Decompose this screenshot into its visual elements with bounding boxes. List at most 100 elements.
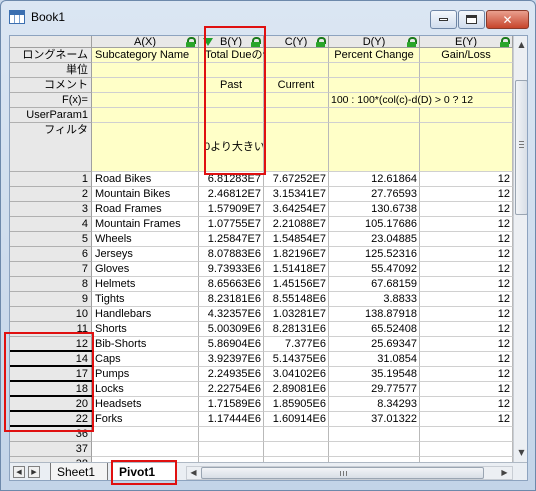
cell-current-total[interactable]: 7.67252E7	[264, 172, 329, 187]
meta-row-label[interactable]: コメント	[10, 78, 92, 93]
meta-row-label[interactable]: 単位	[10, 63, 92, 78]
meta-row-label[interactable]: フィルタ	[10, 123, 92, 172]
cell-past-total[interactable]: 6.81283E7	[199, 172, 264, 187]
title-bar[interactable]: Book1 ✕	[1, 1, 535, 35]
cell-gain-loss[interactable]: 12	[420, 217, 513, 232]
cell-percent-change[interactable]: 31.0854	[329, 352, 420, 367]
cell-past-total[interactable]: 8.65663E6	[199, 277, 264, 292]
meta-cell[interactable]	[329, 108, 420, 123]
cell-past-total[interactable]: 2.22754E6	[199, 382, 264, 397]
horizontal-scrollbar[interactable]: ◀ ▶	[186, 466, 513, 480]
cell-subcategory[interactable]	[92, 442, 199, 457]
cell-current-total[interactable]: 1.60914E6	[264, 412, 329, 427]
meta-cell[interactable]	[92, 93, 199, 108]
filter-icon[interactable]	[203, 38, 213, 46]
cell-current-total[interactable]: 1.45156E7	[264, 277, 329, 292]
cell-subcategory[interactable]	[92, 427, 199, 442]
tab-next-icon[interactable]: ▶	[28, 466, 40, 478]
cell-subcategory[interactable]: Bib-Shorts	[92, 337, 199, 352]
cell-gain-loss[interactable]: 12	[420, 232, 513, 247]
meta-cell[interactable]	[92, 108, 199, 123]
meta-row-label[interactable]: UserParam1	[10, 108, 92, 123]
cell-current-total[interactable]: 3.64254E7	[264, 202, 329, 217]
row-index[interactable]: 4	[10, 217, 92, 232]
meta-cell[interactable]: Percent Change	[329, 48, 420, 63]
cell-current-total[interactable]: 1.82196E7	[264, 247, 329, 262]
corner-cell[interactable]	[10, 36, 92, 48]
meta-cell[interactable]: Gain/Loss	[420, 48, 513, 63]
cell-percent-change[interactable]: 130.6738	[329, 202, 420, 217]
cell-gain-loss[interactable]: 12	[420, 187, 513, 202]
cell-percent-change[interactable]: 138.87918	[329, 307, 420, 322]
meta-cell[interactable]	[92, 123, 199, 172]
row-index[interactable]: 11	[10, 322, 92, 337]
cell-subcategory[interactable]: Mountain Frames	[92, 217, 199, 232]
scroll-up-icon[interactable]: ▲	[514, 36, 527, 52]
cell-past-total[interactable]: 1.07755E7	[199, 217, 264, 232]
row-index[interactable]: 36	[10, 427, 92, 442]
cell-percent-change[interactable]: 35.19548	[329, 367, 420, 382]
cell-gain-loss[interactable]	[420, 427, 513, 442]
cell-percent-change[interactable]	[329, 427, 420, 442]
row-index[interactable]: 6	[10, 247, 92, 262]
meta-cell-formula[interactable]: 100 : 100*(col(c)-d(D) > 0 ? 12	[329, 93, 513, 108]
cell-gain-loss[interactable]: 12	[420, 382, 513, 397]
tab-prev-icon[interactable]: ◀	[13, 466, 25, 478]
cell-percent-change[interactable]: 105.17686	[329, 217, 420, 232]
cell-percent-change[interactable]: 27.76593	[329, 187, 420, 202]
cell-subcategory[interactable]: Forks	[92, 412, 199, 427]
cell-percent-change[interactable]: 29.77577	[329, 382, 420, 397]
cell-percent-change[interactable]: 55.47092	[329, 262, 420, 277]
cell-gain-loss[interactable]: 12	[420, 247, 513, 262]
meta-cell[interactable]: Past	[199, 78, 264, 93]
meta-cell[interactable]	[329, 63, 420, 78]
meta-cell-filter[interactable]: 0より大きい	[199, 123, 264, 172]
cell-subcategory[interactable]: Road Bikes	[92, 172, 199, 187]
cell-past-total[interactable]: 5.86904E6	[199, 337, 264, 352]
column-header-a[interactable]: A(X)	[92, 36, 199, 48]
row-index[interactable]: 7	[10, 262, 92, 277]
cell-subcategory[interactable]: Shorts	[92, 322, 199, 337]
meta-cell[interactable]: Total Dueの合計	[199, 48, 284, 63]
meta-cell[interactable]	[329, 78, 420, 93]
cell-current-total[interactable]: 5.14375E6	[264, 352, 329, 367]
scroll-down-icon[interactable]: ▼	[514, 444, 527, 460]
cell-past-total[interactable]: 5.00309E6	[199, 322, 264, 337]
cell-gain-loss[interactable]: 12	[420, 277, 513, 292]
cell-percent-change[interactable]: 25.69347	[329, 337, 420, 352]
row-index[interactable]: 8	[10, 277, 92, 292]
horizontal-scroll-thumb[interactable]	[201, 467, 484, 479]
maximize-button[interactable]	[458, 10, 485, 29]
cell-gain-loss[interactable]: 12	[420, 322, 513, 337]
vertical-scrollbar[interactable]: ▲ ▼	[513, 36, 527, 462]
cell-current-total[interactable]: 1.51418E7	[264, 262, 329, 277]
meta-cell[interactable]	[199, 63, 264, 78]
cell-percent-change[interactable]: 65.52408	[329, 322, 420, 337]
meta-row-label[interactable]: ロングネーム	[10, 48, 92, 63]
minimize-button[interactable]	[430, 10, 457, 29]
cell-gain-loss[interactable]: 12	[420, 262, 513, 277]
cell-percent-change[interactable]: 125.52316	[329, 247, 420, 262]
cell-gain-loss[interactable]: 12	[420, 292, 513, 307]
meta-cell[interactable]	[199, 93, 264, 108]
cell-past-total[interactable]: 9.73933E6	[199, 262, 264, 277]
cell-current-total[interactable]: 2.89081E6	[264, 382, 329, 397]
cell-subcategory[interactable]: Locks	[92, 382, 199, 397]
cell-current-total[interactable]: 1.85905E6	[264, 397, 329, 412]
cell-past-total[interactable]: 1.17444E6	[199, 412, 264, 427]
meta-cell[interactable]	[264, 48, 329, 63]
meta-cell[interactable]	[420, 123, 513, 172]
cell-current-total[interactable]	[264, 427, 329, 442]
cell-current-total[interactable]	[264, 442, 329, 457]
meta-cell[interactable]	[264, 108, 329, 123]
cell-percent-change[interactable]: 12.61864	[329, 172, 420, 187]
cell-gain-loss[interactable]: 12	[420, 307, 513, 322]
cell-subcategory[interactable]: Pumps	[92, 367, 199, 382]
meta-cell[interactable]	[92, 63, 199, 78]
meta-cell[interactable]	[329, 123, 420, 172]
cell-past-total[interactable]: 8.23181E6	[199, 292, 264, 307]
close-button[interactable]: ✕	[486, 10, 529, 29]
cell-past-total[interactable]: 4.32357E6	[199, 307, 264, 322]
meta-row-label[interactable]: F(x)=	[10, 93, 92, 108]
meta-cell[interactable]	[199, 108, 264, 123]
